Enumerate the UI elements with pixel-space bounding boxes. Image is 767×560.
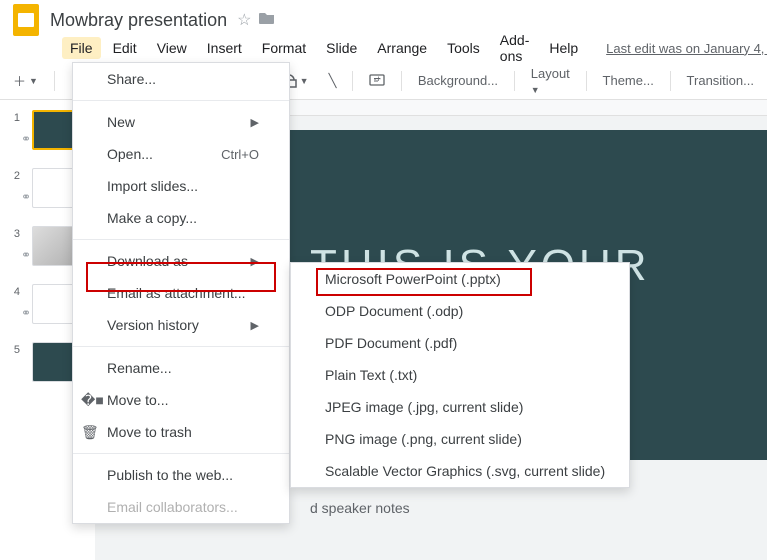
menu-make-copy[interactable]: Make a copy... <box>73 202 289 234</box>
link-icon: ⚭ <box>20 226 32 262</box>
menu-email-collaborators: Email collaborators... <box>73 491 289 523</box>
slides-app-icon[interactable] <box>8 2 44 38</box>
theme-button[interactable]: Theme... <box>596 69 661 92</box>
menubar: File Edit View Insert Format Slide Arran… <box>0 34 767 62</box>
new-slide-button[interactable]: ＋ ▼ <box>6 67 45 94</box>
menu-view[interactable]: View <box>149 37 195 59</box>
layout-button[interactable]: Layout ▼ <box>524 62 577 100</box>
menu-edit[interactable]: Edit <box>105 37 145 59</box>
download-as-submenu: Microsoft PowerPoint (.pptx) ODP Documen… <box>290 262 630 488</box>
download-odp[interactable]: ODP Document (.odp) <box>291 295 629 327</box>
menu-tools[interactable]: Tools <box>439 37 488 59</box>
submenu-arrow-icon: ▶ <box>251 255 259 268</box>
background-button[interactable]: Background... <box>411 69 505 92</box>
slide-number: 5 <box>0 342 20 356</box>
comment-icon[interactable]: + <box>362 70 392 92</box>
line-icon[interactable]: ╲ <box>322 69 344 93</box>
menu-insert[interactable]: Insert <box>199 37 250 59</box>
svg-text:+: + <box>376 74 381 84</box>
menu-new[interactable]: New▶ <box>73 106 289 138</box>
menu-email-attachment[interactable]: Email as attachment... <box>73 277 289 309</box>
menu-share[interactable]: Share... <box>73 63 289 95</box>
download-pdf[interactable]: PDF Document (.pdf) <box>291 327 629 359</box>
menu-arrange[interactable]: Arrange <box>369 37 435 59</box>
speaker-notes-hint[interactable]: d speaker notes <box>310 500 410 528</box>
download-png[interactable]: PNG image (.png, current slide) <box>291 423 629 455</box>
download-pptx[interactable]: Microsoft PowerPoint (.pptx) <box>291 263 629 295</box>
menu-file[interactable]: File <box>62 37 101 59</box>
link-icon: ⚭ <box>20 168 32 204</box>
menu-publish-web[interactable]: Publish to the web... <box>73 459 289 491</box>
trash-icon: 🗑 <box>81 424 99 441</box>
slide-number: 3 <box>0 226 20 240</box>
slide-number: 2 <box>0 168 20 182</box>
menu-move-to[interactable]: �■Move to... <box>73 384 289 416</box>
download-svg[interactable]: Scalable Vector Graphics (.svg, current … <box>291 455 629 487</box>
menu-open[interactable]: Open...Ctrl+O <box>73 138 289 170</box>
menu-help[interactable]: Help <box>541 37 586 59</box>
menu-slide[interactable]: Slide <box>318 37 365 59</box>
last-edit-link[interactable]: Last edit was on January 4, 20 <box>606 41 767 56</box>
menu-format[interactable]: Format <box>254 37 314 59</box>
download-jpeg[interactable]: JPEG image (.jpg, current slide) <box>291 391 629 423</box>
menu-version-history[interactable]: Version history▶ <box>73 309 289 341</box>
transition-button[interactable]: Transition... <box>680 69 761 92</box>
download-txt[interactable]: Plain Text (.txt) <box>291 359 629 391</box>
slide-number: 1 <box>0 110 20 124</box>
link-icon: ⚭ <box>20 110 32 146</box>
folder-icon[interactable] <box>255 11 279 30</box>
document-title[interactable]: Mowbray presentation <box>44 10 233 31</box>
star-icon[interactable]: ☆ <box>233 10 255 30</box>
link-icon <box>20 342 32 364</box>
file-dropdown: Share... New▶ Open...Ctrl+O Import slide… <box>72 62 290 524</box>
menu-download-as[interactable]: Download as▶ <box>73 245 289 277</box>
folder-icon: �■ <box>81 392 99 409</box>
slide-number: 4 <box>0 284 20 298</box>
menu-import-slides[interactable]: Import slides... <box>73 170 289 202</box>
link-icon: ⚭ <box>20 284 32 320</box>
menu-rename[interactable]: Rename... <box>73 352 289 384</box>
submenu-arrow-icon: ▶ <box>251 116 259 129</box>
menu-move-to-trash[interactable]: 🗑Move to trash <box>73 416 289 448</box>
submenu-arrow-icon: ▶ <box>251 319 259 332</box>
